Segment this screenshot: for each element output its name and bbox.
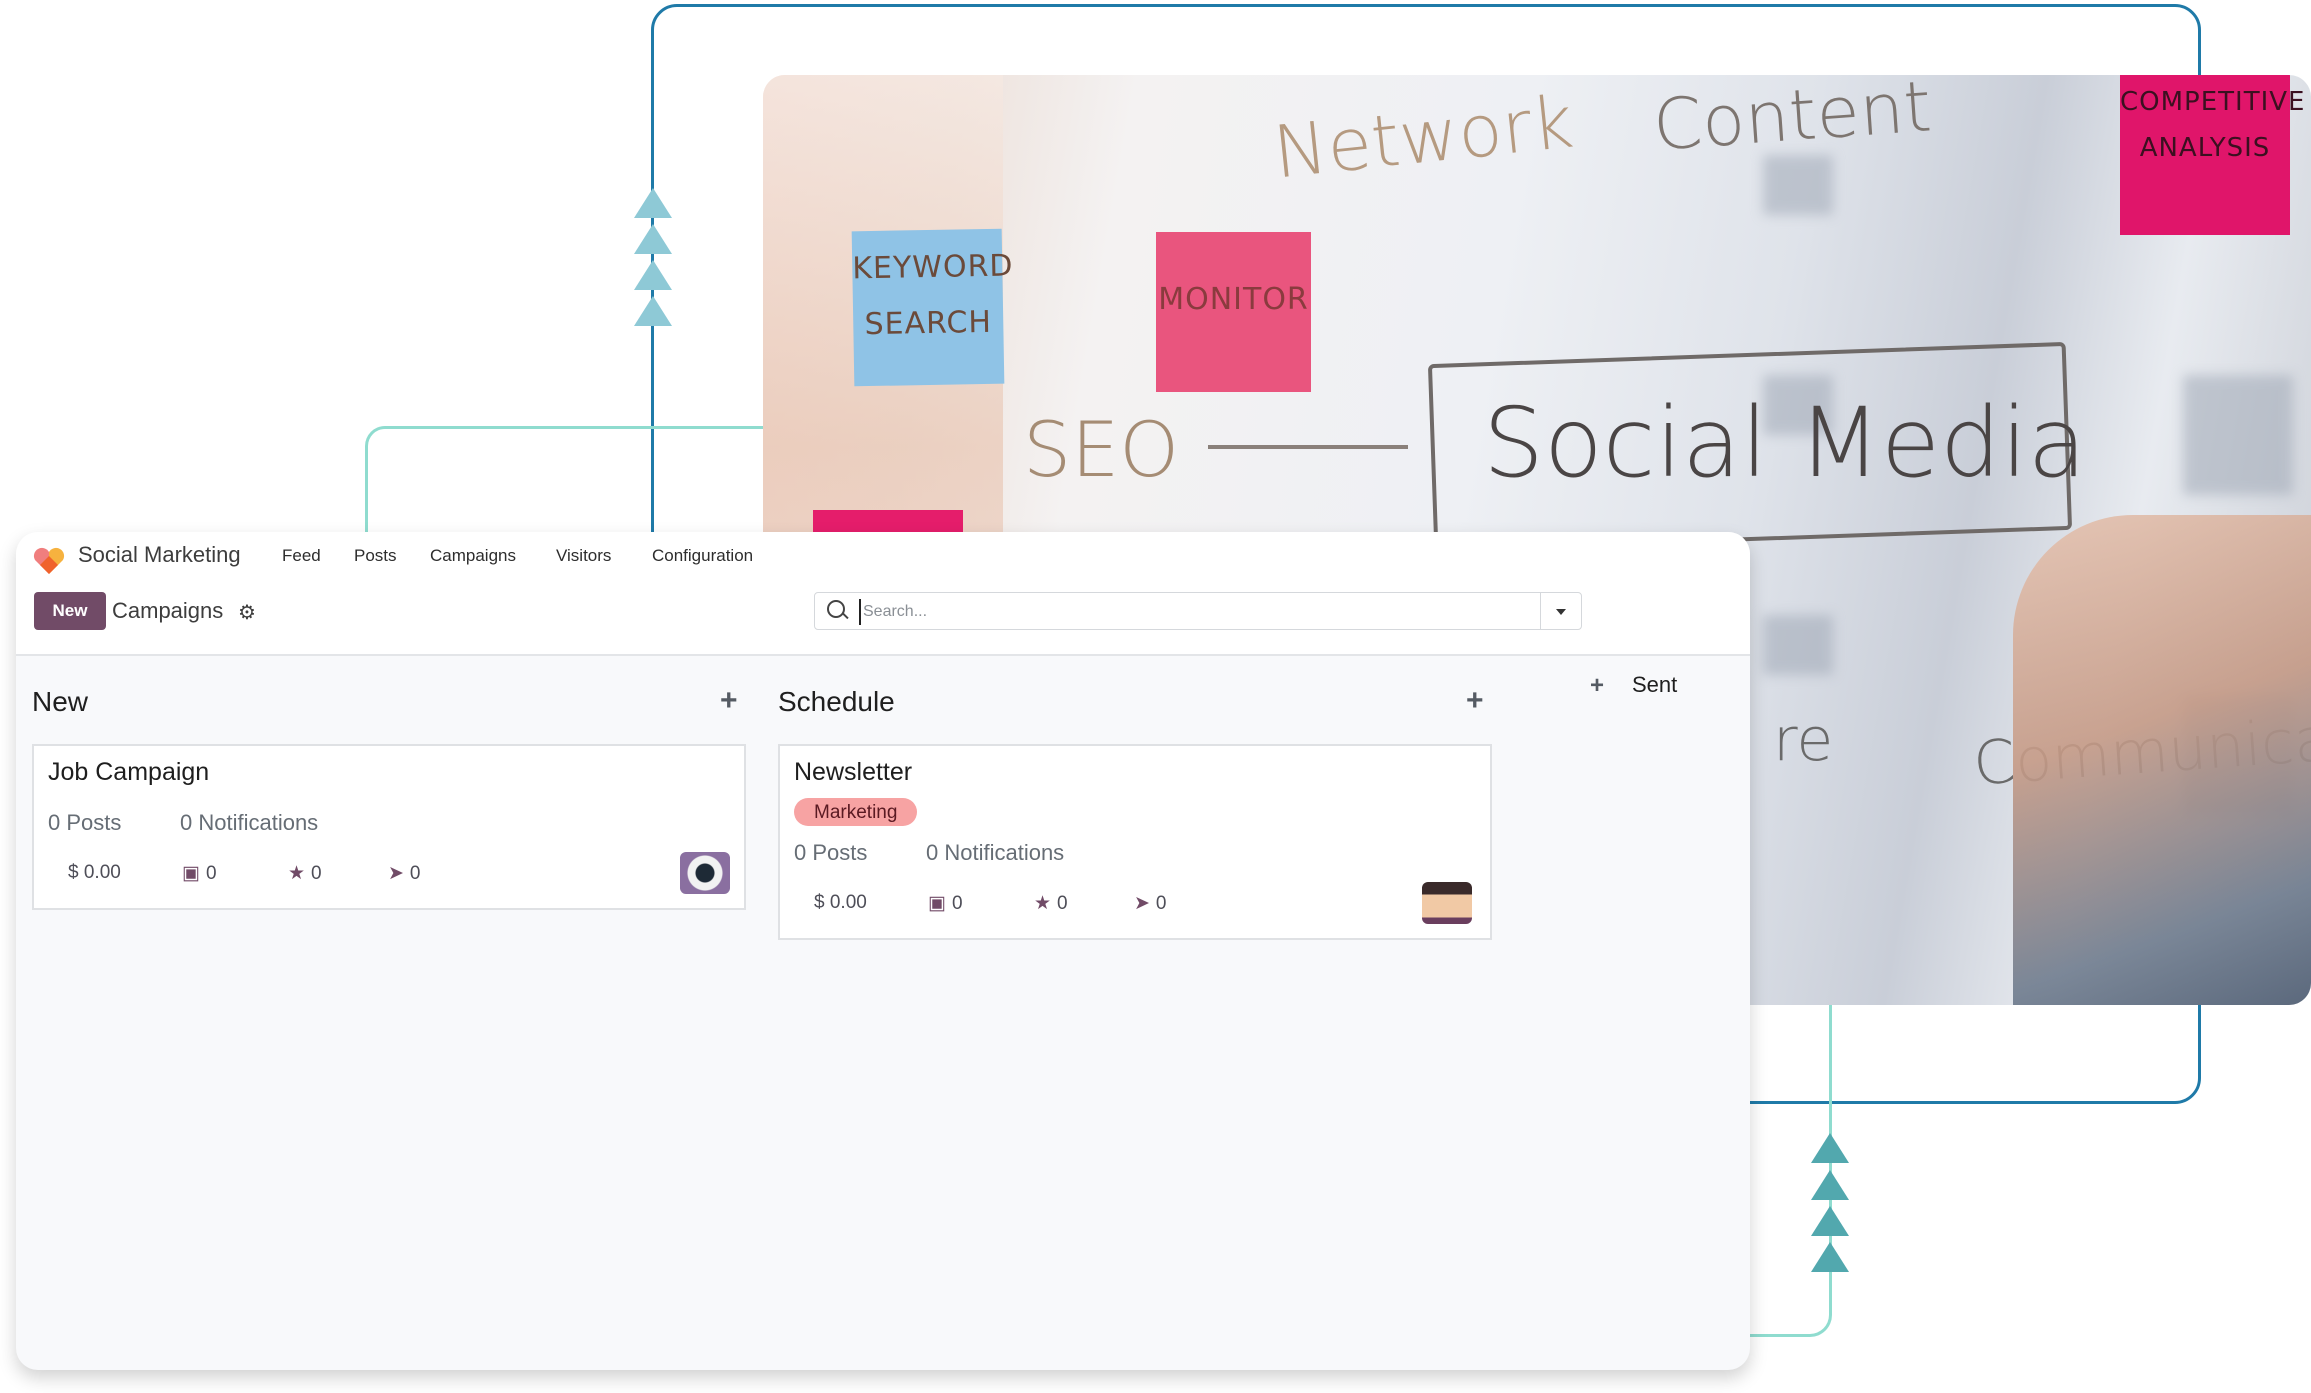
arrow-up-icon: [1811, 1133, 1849, 1163]
search-icon[interactable]: [827, 600, 845, 618]
arrow-up-icon: [1811, 1206, 1849, 1236]
money-icon: ▣: [928, 893, 946, 914]
search-options-toggle[interactable]: [1540, 593, 1581, 629]
breadcrumb-campaigns: Campaigns: [112, 598, 224, 623]
menu-visitors[interactable]: Visitors: [556, 546, 611, 566]
robot-avatar[interactable]: [680, 852, 730, 894]
menu-feed[interactable]: Feed: [282, 546, 321, 566]
column-title-schedule: Schedule: [778, 686, 895, 717]
rating-stat: ★ 0: [1034, 893, 1068, 914]
photo-text-fragment: re: [1773, 705, 1834, 775]
posts-count[interactable]: 0 Posts: [794, 840, 867, 866]
arrow-up-icon: [1811, 1170, 1849, 1200]
arrow-up-icon: [1811, 1242, 1849, 1272]
cost-value: $ 0.00: [814, 892, 867, 913]
photo-text-seo: SEO: [1023, 405, 1180, 494]
menu-campaigns[interactable]: Campaigns: [430, 546, 516, 566]
social-marketing-logo-icon: [33, 547, 65, 574]
rating-stat: ★ 0: [288, 863, 322, 884]
photo-text-content: Content: [1650, 75, 1934, 167]
posts-count[interactable]: 0 Posts: [48, 810, 121, 836]
cursor-icon: ➤: [388, 863, 404, 884]
arrow-up-icon: [634, 188, 672, 218]
cursor-icon: ➤: [1134, 893, 1150, 914]
menu-configuration[interactable]: Configuration: [652, 546, 753, 566]
card-title: Job Campaign: [48, 758, 210, 786]
app-name[interactable]: Social Marketing: [78, 542, 241, 568]
revenue-stat: ▣ 0: [928, 893, 963, 914]
star-icon: ★: [1034, 893, 1052, 914]
add-to-sent-button[interactable]: +: [1590, 672, 1604, 700]
column-title-new: New: [32, 686, 89, 717]
gear-icon[interactable]: ⚙: [238, 600, 256, 625]
user-avatar[interactable]: [1422, 882, 1472, 924]
campaign-card[interactable]: Newsletter Marketing 0 Posts 0 Notificat…: [778, 744, 1492, 940]
notifications-count[interactable]: 0 Notifications: [180, 810, 318, 836]
hand-with-marker: [2013, 515, 2311, 1005]
search-input[interactable]: [859, 599, 1505, 625]
photo-text-social-media: Social Media: [1483, 387, 2087, 499]
connector-teal-left: [365, 426, 765, 546]
revenue-stat: ▣ 0: [182, 863, 217, 884]
sticky-note-monitor: MONITOR: [1156, 232, 1311, 392]
menu-posts[interactable]: Posts: [354, 546, 397, 566]
arrow-up-icon: [634, 224, 672, 254]
money-icon: ▣: [182, 863, 200, 884]
clicks-stat: ➤ 0: [388, 863, 421, 884]
column-title-sent[interactable]: Sent: [1632, 672, 1677, 698]
arrow-up-icon: [634, 296, 672, 326]
add-to-new-button[interactable]: +: [720, 686, 738, 716]
cost-value: $ 0.00: [68, 862, 121, 883]
tag-marketing: Marketing: [794, 798, 918, 826]
notifications-count[interactable]: 0 Notifications: [926, 840, 1064, 866]
card-title: Newsletter: [794, 758, 913, 786]
sticky-note-keyword-search: KEYWORD SEARCH: [851, 228, 1014, 387]
connector-teal-right: [1740, 1000, 1832, 1337]
app-window: Social Marketing Feed Posts Campaigns Vi…: [16, 532, 1750, 1370]
search-bar: [814, 592, 1582, 630]
new-button[interactable]: New: [34, 592, 106, 630]
campaign-card[interactable]: Job Campaign 0 Posts 0 Notifications $ 0…: [32, 744, 746, 910]
star-icon: ★: [288, 863, 306, 884]
clicks-stat: ➤ 0: [1134, 893, 1167, 914]
arrow-up-icon: [634, 260, 672, 290]
top-navbar: Social Marketing Feed Posts Campaigns Vi…: [16, 532, 1750, 656]
photo-text-network: Network: [1269, 79, 1578, 195]
add-to-schedule-button[interactable]: +: [1466, 686, 1484, 716]
sticky-note-competitive-analysis: COMPETITIVE ANALYSIS: [2120, 75, 2304, 235]
